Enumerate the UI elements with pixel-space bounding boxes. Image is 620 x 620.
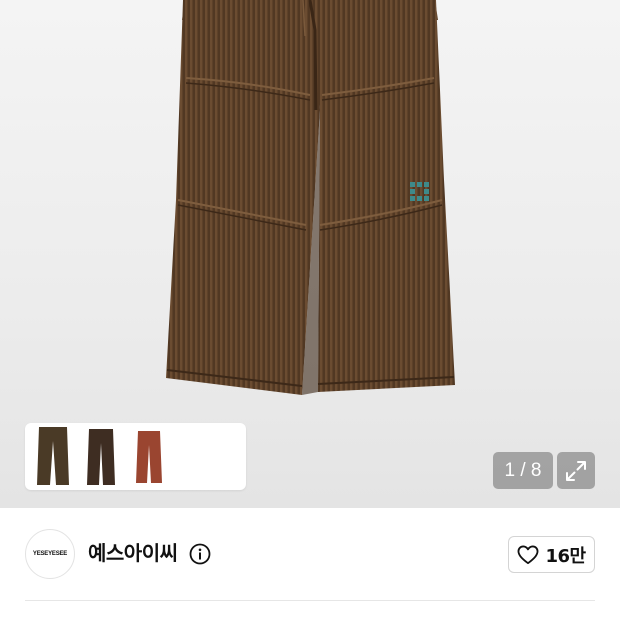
brand-logo-text: YESEYESEE [32, 551, 68, 557]
brand-name[interactable]: 예스아이씨 [88, 539, 178, 567]
like-count: 16만 [545, 545, 586, 567]
expand-image-button[interactable] [557, 452, 595, 489]
pants-thumbnail-icon [37, 426, 69, 485]
pants-thumbnail-icon [136, 430, 162, 483]
color-thumbnail-1[interactable] [33, 426, 73, 488]
divider [25, 600, 595, 601]
color-thumbnail-strip [25, 423, 246, 490]
heart-outline-icon [517, 545, 539, 564]
brand-row: YESEYESEE 예스아이씨 16만 [0, 508, 620, 600]
color-thumbnail-2[interactable] [81, 426, 121, 488]
pants-thumbnail-icon [87, 428, 115, 485]
product-image-gallery[interactable]: 1 / 8 [0, 0, 620, 508]
image-page-indicator: 1 / 8 [493, 452, 553, 489]
info-icon[interactable] [189, 543, 211, 565]
product-image [166, 0, 455, 395]
expand-arrows-icon [566, 460, 586, 481]
product-detail-screen: 1 / 8 YESEYESEE 예스아이씨 16만 [0, 0, 620, 620]
like-button[interactable]: 16만 [508, 536, 595, 573]
brand-logo[interactable]: YESEYESEE [25, 529, 75, 579]
color-thumbnail-3[interactable] [129, 426, 169, 488]
